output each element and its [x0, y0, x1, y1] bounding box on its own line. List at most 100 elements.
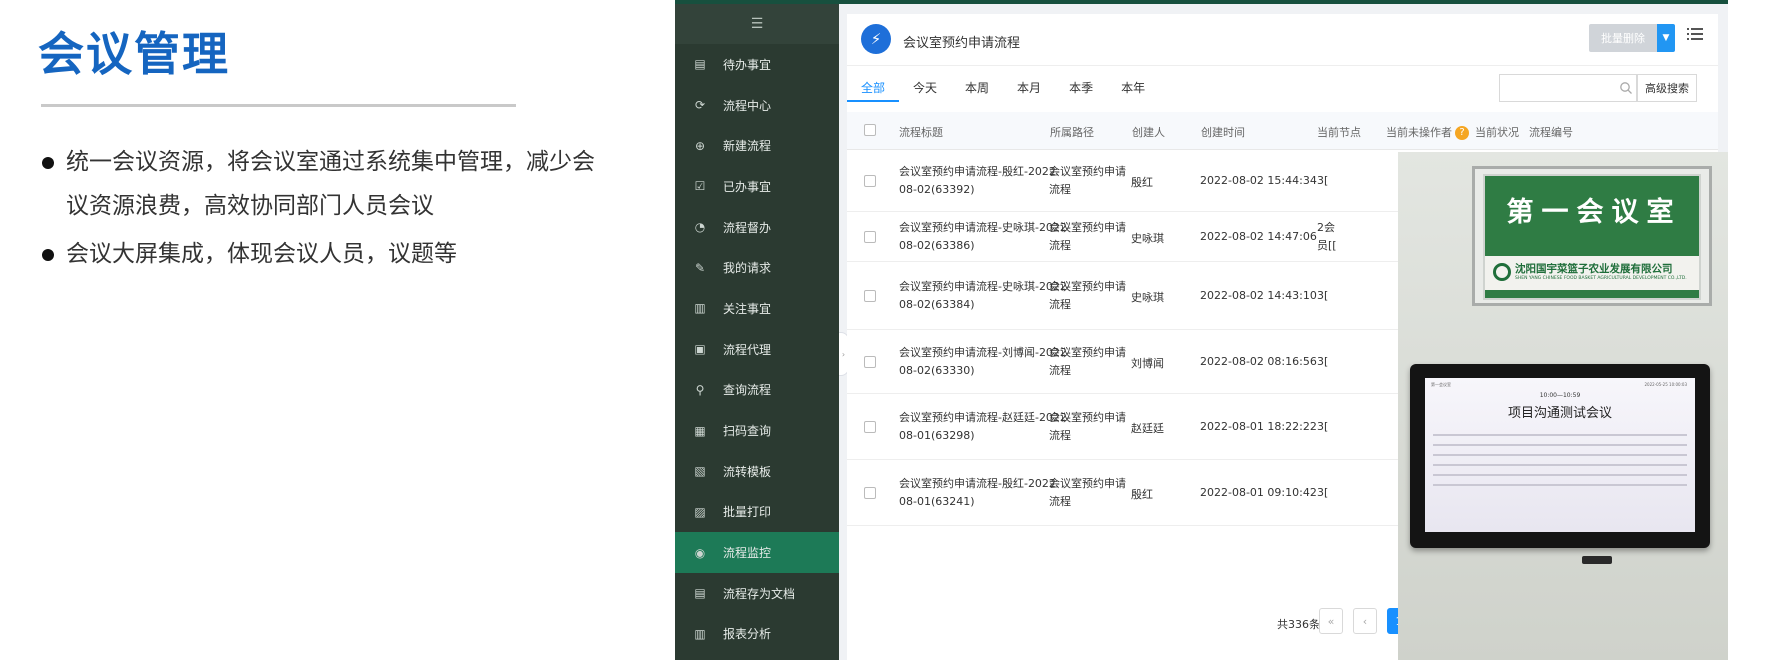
sidebar-item[interactable]: ◉ 流程监控 [675, 532, 839, 573]
flow-title-link[interactable]: 08-02(63392) [899, 181, 975, 199]
sidebar-item-label: 报表分析 [723, 627, 772, 642]
sidebar-item[interactable]: ◔ 流程督办 [675, 207, 839, 248]
column-header[interactable]: 创建人 [1132, 124, 1165, 140]
row-checkbox[interactable] [864, 487, 876, 499]
column-header[interactable]: 当前状况 [1475, 124, 1519, 140]
sidebar-item-label: 批量打印 [723, 505, 772, 520]
flow-title-link[interactable]: 会议室预约申请流程-刘博闻-2022- [899, 344, 1071, 362]
help-icon[interactable]: ? [1455, 126, 1469, 140]
chevron-down-icon[interactable]: ▼ [1657, 24, 1675, 52]
bullet-item: 统一会议资源，将会议室通过系统集中管理，减少会议资源浪费，高效协同部门人员会议 [40, 140, 600, 228]
tab-this-month[interactable]: 本月 [1003, 74, 1055, 102]
sidebar-item[interactable]: ⊕ 新建流程 [675, 125, 839, 166]
flow-title-link[interactable]: 08-02(63384) [899, 296, 975, 314]
current-node: 3[ [1317, 486, 1329, 499]
sidebar-item[interactable]: ▧ 流转模板 [675, 451, 839, 492]
select-all-checkbox[interactable] [864, 124, 876, 136]
flow-path: 流程 [1049, 239, 1071, 252]
display-time: 10:00—10:59 [1539, 392, 1581, 399]
sidebar-item[interactable]: ▥ 报表分析 [675, 614, 839, 655]
print-icon: ▨ [694, 504, 706, 519]
tab-this-quarter[interactable]: 本季 [1055, 74, 1107, 102]
flow-title-link[interactable]: 08-02(63330) [899, 362, 975, 380]
monitor-icon: ◉ [694, 545, 706, 560]
sidebar-item-label: 查询流程 [723, 383, 772, 398]
created-time: 2022-08-02 14:47:06 [1200, 230, 1317, 243]
prev-page-button[interactable]: ‹ [1353, 608, 1377, 634]
flow-path: 会议室预约申请 [1049, 221, 1126, 234]
tab-this-week[interactable]: 本周 [951, 74, 1003, 102]
display-date: 2022-05-25 10:00:03 [1644, 382, 1687, 387]
sidebar-item[interactable]: ▥ 关注事宜 [675, 288, 839, 329]
menu-fold-icon[interactable]: ☰ [675, 4, 839, 44]
current-node: 3[ [1317, 420, 1329, 433]
first-page-button[interactable]: « [1319, 608, 1343, 634]
sidebar-item[interactable]: ▣ 流程代理 [675, 329, 839, 370]
sidebar-item-label: 已办事宜 [723, 179, 772, 194]
current-node: 3[ [1317, 174, 1329, 187]
flow-center-icon: ⟳ [694, 98, 706, 113]
sidebar-item-label: 待办事宜 [723, 57, 772, 72]
flow-title-link[interactable]: 会议室预约申请流程-殷红-2022- [899, 163, 1060, 181]
search-input[interactable] [1499, 74, 1637, 102]
column-header[interactable]: 创建时间 [1201, 124, 1245, 140]
column-header[interactable]: 所属路径 [1050, 124, 1094, 140]
flow-title-link[interactable]: 08-01(63298) [899, 427, 975, 445]
sidebar-item[interactable]: ▦ 扫码查询 [675, 410, 839, 451]
flow-path: 会议室预约申请 [1049, 477, 1126, 490]
room-sign-name: 第一会议室 [1506, 197, 1682, 228]
column-header[interactable]: 流程编号 [1529, 124, 1573, 140]
sidebar-item[interactable]: ⚲ 查询流程 [675, 370, 839, 411]
flow-title-link[interactable]: 会议室预约申请流程-殷红-2022- [899, 475, 1060, 493]
flow-path: 流程 [1049, 183, 1071, 196]
created-time: 2022-08-02 15:44:34 [1200, 174, 1317, 187]
column-header-pending[interactable]: 当前未操作者? [1386, 124, 1469, 140]
sidebar-item[interactable]: ☑ 已办事宜 [675, 166, 839, 207]
follow-icon: ▥ [694, 301, 706, 316]
column-header[interactable]: 当前节点 [1317, 124, 1361, 140]
created-time: 2022-08-01 09:10:42 [1200, 486, 1317, 499]
row-checkbox[interactable] [864, 175, 876, 187]
sidebar-item[interactable]: ▤ 待办事宜 [675, 44, 839, 85]
row-checkbox[interactable] [864, 231, 876, 243]
tab-this-year[interactable]: 本年 [1107, 74, 1159, 102]
sidebar-item-label: 流程代理 [723, 342, 772, 357]
tab-today[interactable]: 今天 [899, 74, 951, 102]
company-band: 沈阳国宇菜篮子农业发展有限公司 SHEN YANG CHINESE FOOD B… [1485, 256, 1699, 290]
table-header: 流程标题 所属路径 创建人 创建时间 当前节点 当前未操作者? 当前状况 流程编… [847, 112, 1718, 150]
sidebar-item[interactable]: ▤ 流程存为文档 [675, 573, 839, 614]
flow-title-link[interactable]: 08-02(63386) [899, 237, 975, 255]
row-checkbox[interactable] [864, 421, 876, 433]
created-time: 2022-08-02 08:16:56 [1200, 355, 1317, 368]
flow-title-link[interactable]: 会议室预约申请流程-史咏琪-2022- [899, 278, 1071, 296]
date-filter-tabs: 全部 今天 本周 本月 本季 本年 [847, 74, 1159, 110]
sidebar-item[interactable]: ✎ 我的请求 [675, 247, 839, 288]
sidebar-item-label: 我的请求 [723, 261, 772, 276]
sidebar-item-label: 流程中心 [723, 98, 772, 113]
column-header[interactable]: 流程标题 [899, 124, 943, 140]
creator-name: 赵廷廷 [1131, 422, 1164, 435]
tab-all[interactable]: 全部 [847, 74, 900, 102]
new-flow-icon: ⊕ [694, 138, 706, 153]
list-menu-icon[interactable] [1687, 26, 1703, 42]
batch-delete-button[interactable]: 批量删除 [1589, 24, 1657, 52]
sidebar-item[interactable]: ▨ 批量打印 [675, 492, 839, 533]
flow-path: 流程 [1049, 495, 1071, 508]
todo-icon: ▤ [694, 57, 706, 72]
row-checkbox[interactable] [864, 290, 876, 302]
flow-title-link[interactable]: 08-01(63241) [899, 493, 975, 511]
row-checkbox[interactable] [864, 356, 876, 368]
flow-path: 流程 [1049, 364, 1071, 377]
flow-path: 会议室预约申请 [1049, 411, 1126, 424]
flow-title-link[interactable]: 会议室预约申请流程-史咏琪-2022- [899, 219, 1071, 237]
meeting-room-photo: 第一会议室 沈阳国宇菜篮子农业发展有限公司 SHEN YANG CHINESE … [1398, 152, 1728, 660]
search-icon[interactable] [1619, 80, 1633, 94]
sidebar-item-label: 流程存为文档 [723, 586, 796, 601]
flow-title-link[interactable]: 会议室预约申请流程-赵廷廷-2022- [899, 409, 1071, 427]
title-divider [41, 104, 516, 107]
created-time: 2022-08-01 18:22:22 [1200, 420, 1317, 433]
creator-name: 刘博闻 [1131, 357, 1164, 370]
advanced-search-button[interactable]: 高级搜索 [1637, 74, 1697, 102]
sidebar-item[interactable]: ⟳ 流程中心 [675, 85, 839, 126]
my-request-icon: ✎ [694, 260, 706, 275]
